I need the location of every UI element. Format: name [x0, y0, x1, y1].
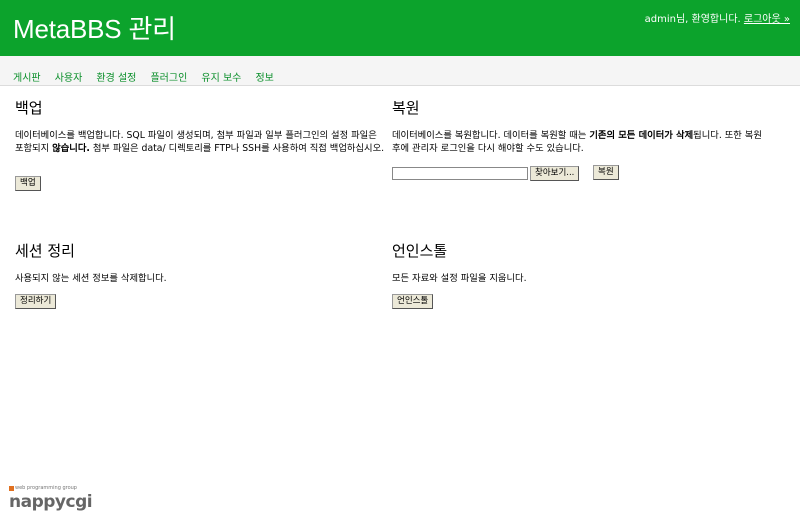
session-description: 사용되지 않는 세션 정보를 삭제합니다.: [15, 273, 167, 284]
restore-title: 복원: [392, 99, 420, 117]
footer-logo: web programming group nappycgi: [9, 485, 93, 512]
restore-description: 데이터베이스를 복원합니다. 데이터를 복원할 때는 기존의 모든 데이터가 삭…: [392, 129, 762, 155]
footer-tagline: web programming group: [15, 485, 77, 491]
backup-desc-bold: 않습니다.: [52, 143, 90, 154]
logout-link[interactable]: 로그아웃 »: [744, 14, 790, 25]
nav-item-about[interactable]: 정보: [255, 69, 273, 84]
session-section: 세션 정리 사용되지 않는 세션 정보를 삭제합니다. 정리하기: [15, 240, 387, 320]
restore-button[interactable]: 복원: [593, 165, 619, 180]
logo-square-icon: [9, 486, 14, 491]
welcome-text: admin님, 환영합니다.: [644, 14, 741, 25]
session-title: 세션 정리: [15, 242, 75, 260]
uninstall-button[interactable]: 언인스톨: [392, 294, 434, 309]
nav-item-plugins[interactable]: 플러그인: [150, 69, 187, 84]
nav-item-users[interactable]: 사용자: [55, 69, 83, 84]
nav-item-maintenance[interactable]: 유지 보수: [201, 69, 241, 84]
uninstall-description: 모든 자료와 설정 파일을 지웁니다.: [392, 273, 527, 284]
nav-item-settings[interactable]: 환경 설정: [96, 69, 136, 84]
uninstall-section: 언인스톨 모든 자료와 설정 파일을 지웁니다. 언인스톨: [392, 240, 764, 320]
restore-section: 복원 데이터베이스를 복원합니다. 데이터를 복원할 때는 기존의 모든 데이터…: [392, 97, 764, 197]
backup-title: 백업: [15, 99, 43, 117]
header: MetaBBS 관리 admin님, 환영합니다. 로그아웃 »: [0, 0, 800, 56]
restore-file-input[interactable]: [392, 167, 528, 180]
browse-button[interactable]: 찾아보기...: [530, 166, 580, 181]
nav-bar: 게시판 사용자 환경 설정 플러그인 유지 보수 정보: [0, 56, 800, 86]
footer-logo-text: nappycgi: [9, 492, 93, 512]
backup-button[interactable]: 백업: [15, 176, 41, 191]
site-title: MetaBBS 관리: [13, 14, 176, 44]
backup-description: 데이터베이스를 백업합니다. SQL 파일이 생성되며, 첨부 파일과 일부 플…: [15, 129, 387, 155]
restore-desc-a: 데이터베이스를 복원합니다. 데이터를 복원할 때는: [392, 130, 590, 141]
account-area: admin님, 환영합니다. 로그아웃 »: [645, 10, 790, 25]
backup-desc-b: 첨부 파일은 data/ 디렉토리를 FTP나 SSH를 사용하여 직접 백업하…: [89, 143, 385, 154]
backup-section: 백업 데이터베이스를 백업합니다. SQL 파일이 생성되며, 첨부 파일과 일…: [15, 97, 387, 197]
restore-desc-bold: 기존의 모든 데이터가 삭제: [589, 130, 694, 141]
uninstall-title: 언인스톨: [392, 242, 448, 260]
session-cleanup-button[interactable]: 정리하기: [15, 294, 57, 309]
nav-item-board[interactable]: 게시판: [13, 69, 41, 84]
